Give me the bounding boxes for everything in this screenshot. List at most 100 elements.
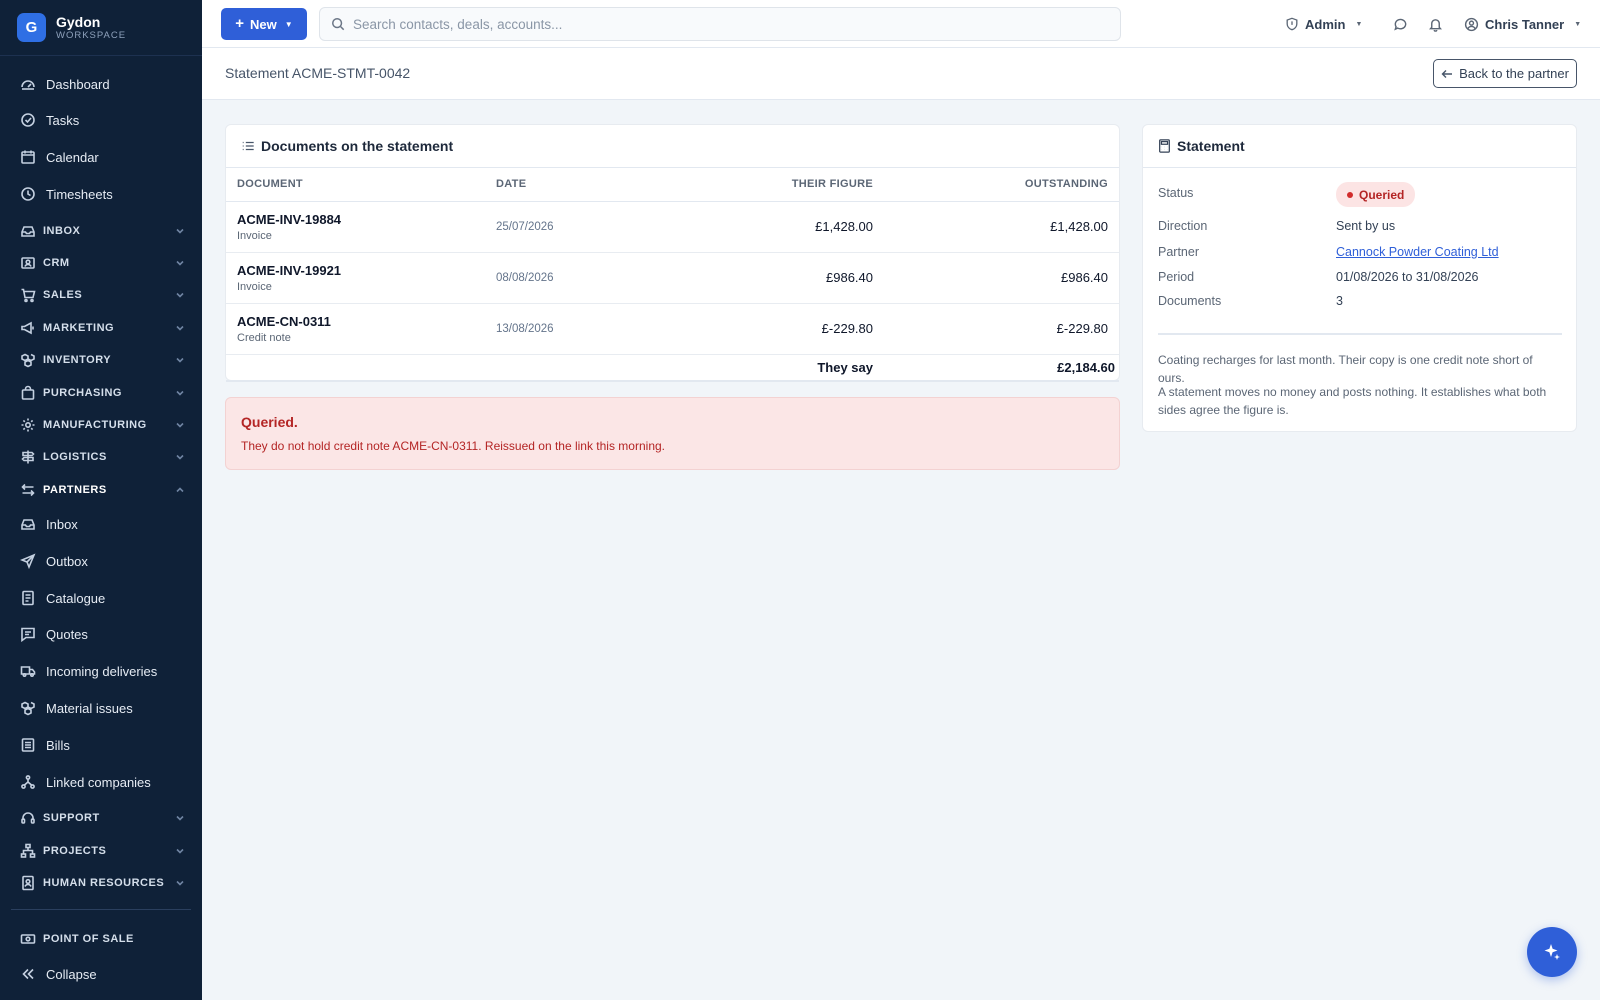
document-id[interactable]: ACME-INV-19884 — [237, 212, 496, 227]
sidebar-group-label: SUPPORT — [43, 812, 100, 824]
inbox-icon — [19, 223, 36, 240]
chevron-down-icon — [175, 420, 185, 430]
cart-icon — [19, 287, 36, 304]
partner-link[interactable]: Cannock Powder Coating Ltd — [1336, 245, 1499, 259]
table-row[interactable]: ACME-INV-19921 Invoice 08/08/2026 £986.4… — [226, 252, 1119, 304]
calendar-icon — [19, 149, 36, 166]
sidebar-item-quotes[interactable]: Quotes — [0, 618, 202, 650]
sidebar-divider — [11, 909, 191, 910]
document-id[interactable]: ACME-CN-0311 — [237, 314, 496, 329]
sidebar-item-outbox[interactable]: Outbox — [0, 545, 202, 577]
sidebar-item-catalogue[interactable]: Catalogue — [0, 582, 202, 614]
caret-down-icon: ▼ — [1355, 20, 1363, 28]
sidebar-item-label: Dashboard — [46, 76, 110, 92]
sidebar-item-bills[interactable]: Bills — [0, 729, 202, 761]
sidebar-group-purchasing[interactable]: PURCHASING — [0, 377, 202, 409]
sidebar-collapse-button[interactable]: Collapse — [0, 958, 202, 990]
sidebar-group-label: MANUFACTURING — [43, 419, 147, 431]
sidebar-group-label: INVENTORY — [43, 354, 112, 366]
sidebar-group-partners[interactable]: PARTNERS — [0, 474, 202, 506]
chevron-up-icon — [175, 485, 185, 495]
column-header-document[interactable]: DOCUMENT — [226, 168, 496, 202]
sidebar-group-manufacturing[interactable]: MANUFACTURING — [0, 409, 202, 441]
sidebar-item-label: POINT OF SALE — [43, 933, 134, 945]
table-total-row: They say £2,184.60 — [226, 354, 1119, 382]
brand[interactable]: G Gydon WORKSPACE — [0, 0, 202, 56]
sidebar-group-crm[interactable]: CRM — [0, 247, 202, 279]
back-button-label: Back to the partner — [1459, 66, 1569, 81]
boxes-icon — [19, 700, 36, 717]
sidebar-item-calendar[interactable]: Calendar — [0, 141, 202, 173]
sidebar-item-material-issues[interactable]: Material issues — [0, 692, 202, 724]
sidebar-item-partner-inbox[interactable]: Inbox — [0, 508, 202, 540]
sidebar-group-label: PROJECTS — [43, 845, 107, 857]
sidebar-item-label: Timesheets — [46, 186, 113, 202]
back-to-partner-button[interactable]: Back to the partner — [1433, 59, 1577, 88]
page-header: Statement ACME-STMT-0042 Back to the par… — [202, 48, 1600, 100]
table-row[interactable]: ACME-INV-19884 Invoice 25/07/2026 £1,428… — [226, 201, 1119, 253]
sidebar-group-marketing[interactable]: MARKETING — [0, 312, 202, 344]
sidebar-item-label: Material issues — [46, 700, 133, 716]
caret-down-icon: ▼ — [1574, 20, 1582, 28]
sidebar-item-point-of-sale[interactable]: POINT OF SALE — [0, 923, 202, 955]
sidebar-group-logistics[interactable]: LOGISTICS — [0, 441, 202, 473]
sidebar-item-label: Outbox — [46, 553, 88, 569]
column-header-outstanding[interactable]: OUTSTANDING — [873, 168, 1119, 202]
sidebar-group-support[interactable]: SUPPORT — [0, 802, 202, 834]
statement-note: Coating recharges for last month. Their … — [1158, 353, 1533, 385]
their-figure: £-229.80 — [666, 303, 873, 355]
column-header-their-figure[interactable]: THEIR FIGURE — [666, 168, 873, 202]
chevron-down-icon — [175, 323, 185, 333]
caret-down-icon: ▼ — [284, 19, 293, 29]
register-icon — [19, 931, 36, 948]
their-figure: £1,428.00 — [666, 201, 873, 253]
sidebar-item-dashboard[interactable]: Dashboard — [0, 68, 202, 100]
sidebar-item-incoming-deliveries[interactable]: Incoming deliveries — [0, 655, 202, 687]
sidebar-item-label: Inbox — [46, 516, 78, 532]
contact-card-icon — [19, 255, 36, 272]
search-input[interactable] — [353, 16, 1093, 32]
check-circle-icon — [19, 112, 36, 129]
sidebar-item-tasks[interactable]: Tasks — [0, 104, 202, 136]
project-tree-icon — [19, 843, 36, 860]
chevron-down-icon — [175, 878, 185, 888]
status-dot — [1347, 191, 1353, 198]
document-type: Credit note — [237, 331, 291, 344]
clock-icon — [19, 186, 36, 203]
document-id[interactable]: ACME-INV-19921 — [237, 263, 496, 278]
calculator-icon — [1158, 139, 1171, 153]
column-header-date[interactable]: DATE — [496, 168, 666, 202]
status-value: Queried — [1359, 187, 1405, 202]
alert-title: Queried. — [241, 414, 298, 430]
send-icon — [19, 553, 36, 570]
topbar: + New ▼ Admin ▼ Chris Tanner ▼ — [202, 0, 1600, 48]
documents-count: 3 — [1336, 294, 1343, 308]
sidebar-group-inbox[interactable]: INBOX — [0, 215, 202, 247]
sidebar-group-sales[interactable]: SALES — [0, 279, 202, 311]
chevron-down-icon — [175, 452, 185, 462]
chevron-down-icon — [175, 355, 185, 365]
total-label: They say — [666, 354, 873, 382]
user-circle-icon — [1464, 17, 1479, 32]
sidebar-group-projects[interactable]: PROJECTS — [0, 835, 202, 867]
plus-icon: + — [235, 15, 245, 32]
double-chevron-left-icon — [19, 966, 36, 983]
sidebar-group-label: HUMAN RESOURCES — [43, 877, 165, 889]
ai-assistant-button[interactable] — [1527, 927, 1577, 977]
message-square-icon — [19, 626, 36, 643]
admin-menu[interactable]: Admin ▼ — [1285, 0, 1362, 48]
chevron-down-icon — [175, 290, 185, 300]
notifications-button[interactable] — [1428, 0, 1443, 48]
sidebar-group-human-resources[interactable]: HUMAN RESOURCES — [0, 867, 202, 899]
sidebar-item-label: Calendar — [46, 149, 99, 165]
search-box[interactable] — [319, 7, 1121, 41]
sidebar-item-linked-companies[interactable]: Linked companies — [0, 766, 202, 798]
messages-button[interactable] — [1393, 0, 1408, 48]
sidebar-group-inventory[interactable]: INVENTORY — [0, 344, 202, 376]
bell-icon — [1428, 17, 1443, 32]
sidebar-item-timesheets[interactable]: Timesheets — [0, 178, 202, 210]
new-button[interactable]: + New ▼ — [221, 8, 307, 40]
table-row[interactable]: ACME-CN-0311 Credit note 13/08/2026 £-22… — [226, 303, 1119, 355]
arrows-swap-icon — [19, 482, 36, 499]
user-menu[interactable]: Chris Tanner ▼ — [1464, 0, 1581, 48]
